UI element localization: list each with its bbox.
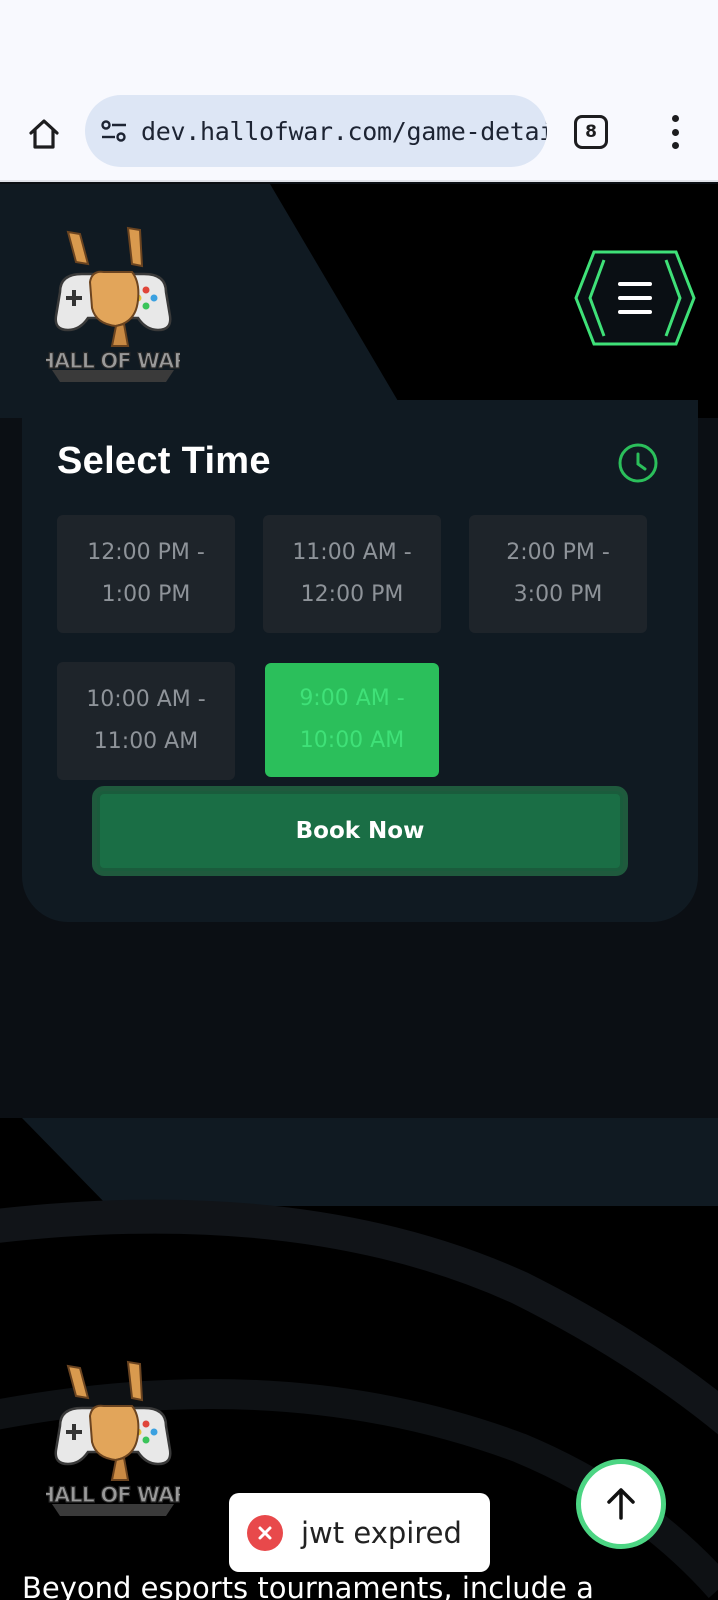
footer-logo[interactable]: HALL OF WAR bbox=[46, 1356, 180, 1516]
book-now-button[interactable]: Book Now bbox=[92, 786, 628, 876]
time-slot-11am[interactable]: 11:00 AM - 12:00 PM bbox=[263, 515, 441, 633]
url-text: dev.hallofwar.com/game-detai bbox=[141, 116, 547, 146]
home-button[interactable] bbox=[22, 112, 66, 156]
browser-toolbar: dev.hallofwar.com/game-detai 8 bbox=[0, 86, 718, 182]
time-selection-card: Select Time 12:00 PM - 1:00 PM 11:00 AM … bbox=[22, 400, 698, 922]
tab-switcher-button[interactable]: 8 bbox=[574, 115, 608, 149]
toast-message: jwt expired bbox=[301, 1515, 462, 1550]
svg-text:HALL OF WAR: HALL OF WAR bbox=[46, 1483, 180, 1507]
site-header: HALL OF WAR bbox=[0, 184, 718, 418]
error-icon bbox=[247, 1514, 283, 1551]
time-slot-10am[interactable]: 10:00 AM - 11:00 AM bbox=[57, 662, 235, 780]
time-slot-12pm[interactable]: 12:00 PM - 1:00 PM bbox=[57, 515, 235, 633]
home-icon bbox=[29, 119, 59, 149]
clock-icon bbox=[618, 443, 658, 483]
menu-toggle-button[interactable] bbox=[572, 250, 698, 346]
status-bar bbox=[0, 0, 718, 86]
scroll-to-top-button[interactable] bbox=[576, 1459, 666, 1549]
site-settings-icon[interactable] bbox=[99, 116, 129, 146]
time-slot-2pm[interactable]: 2:00 PM - 3:00 PM bbox=[469, 515, 647, 633]
error-toast: jwt expired bbox=[229, 1493, 490, 1572]
browser-menu-icon[interactable] bbox=[660, 112, 690, 152]
arrow-up-icon bbox=[607, 1488, 635, 1520]
footer-description: Beyond esports tournaments, include a bbox=[22, 1571, 594, 1600]
card-title: Select Time bbox=[57, 440, 271, 482]
hall-of-war-logo[interactable]: HALL OF WAR bbox=[46, 222, 180, 382]
svg-text:HALL OF WAR: HALL OF WAR bbox=[46, 349, 180, 373]
address-bar[interactable]: dev.hallofwar.com/game-detai bbox=[85, 95, 547, 167]
time-slot-9am-selected[interactable]: 9:00 AM - 10:00 AM bbox=[265, 663, 439, 777]
